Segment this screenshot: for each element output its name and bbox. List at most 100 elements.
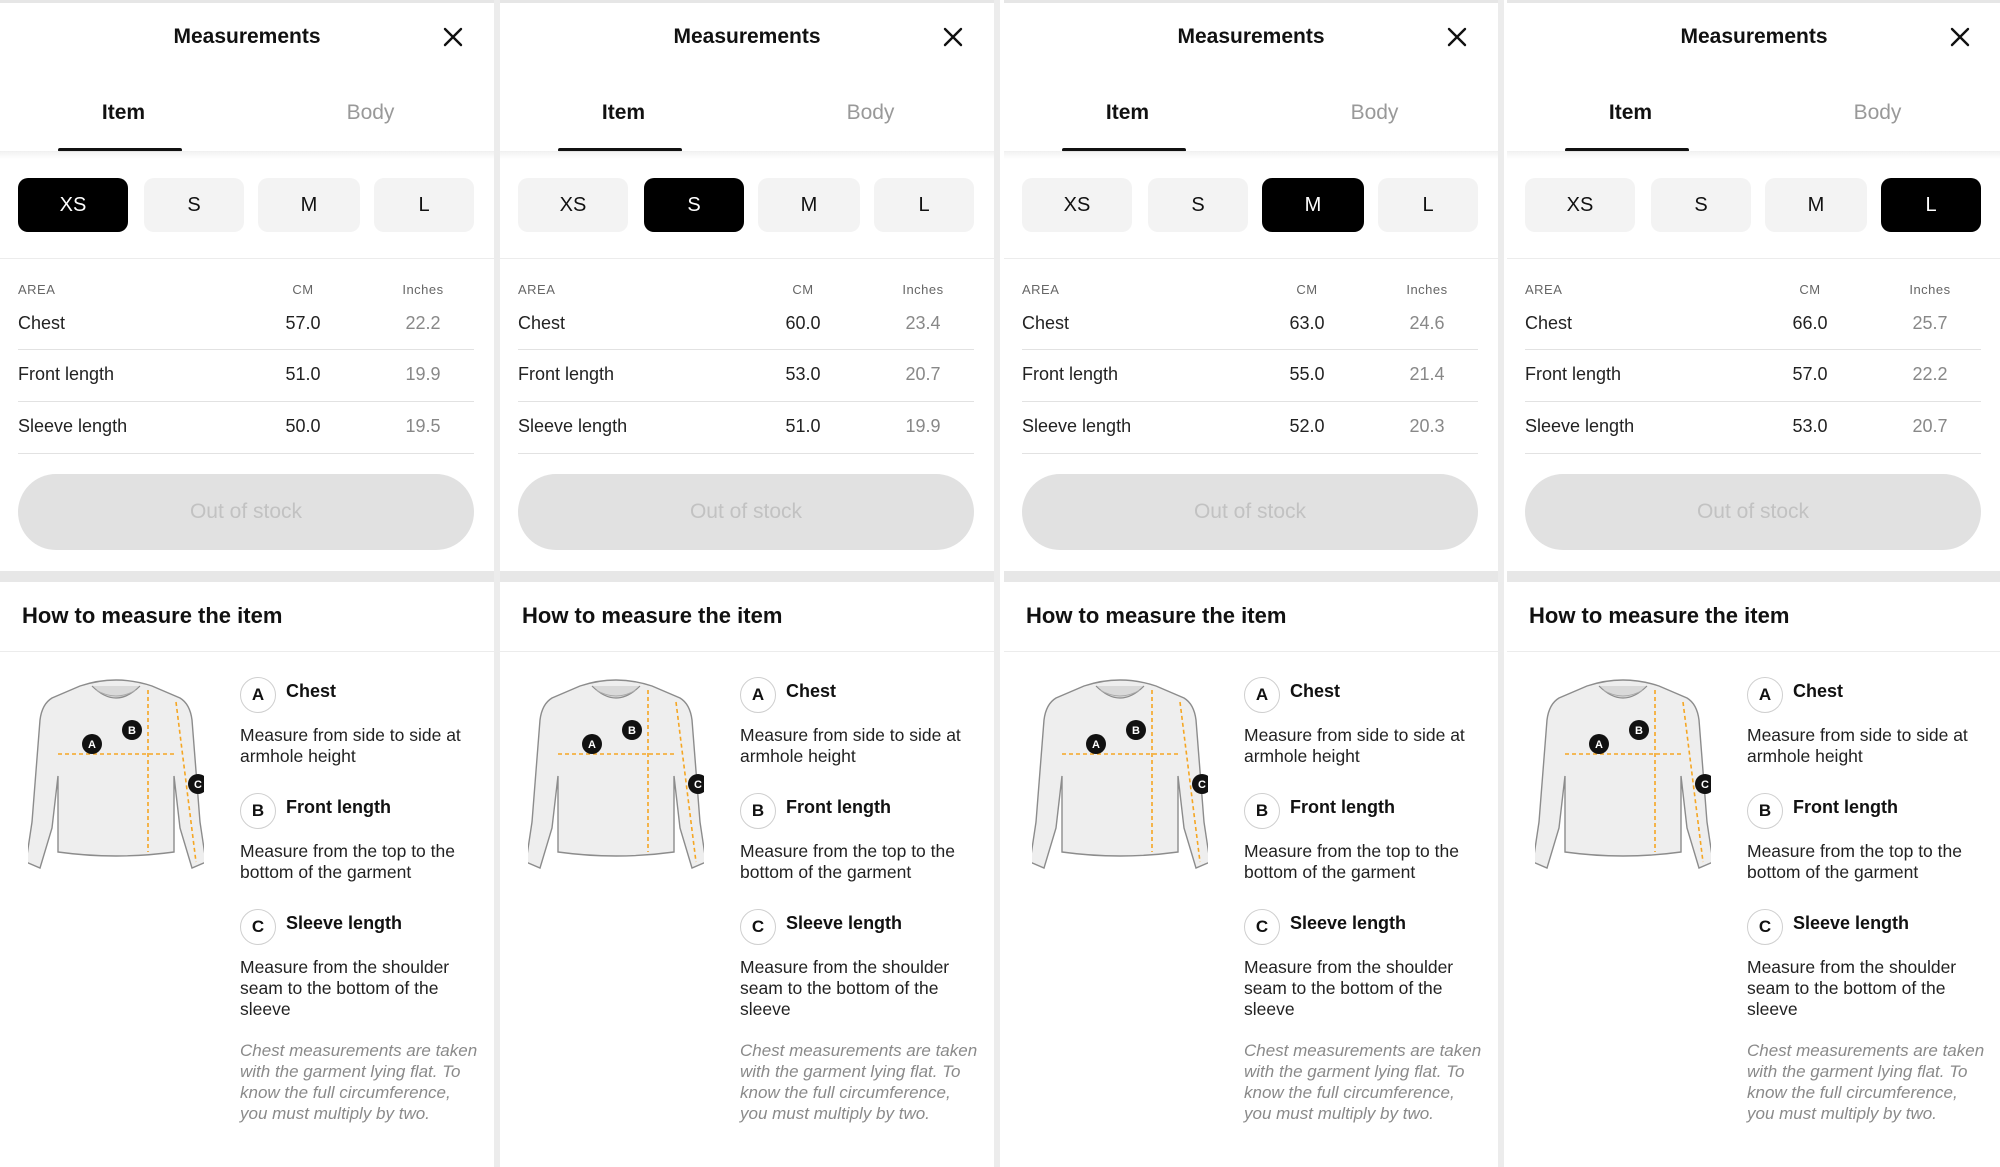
measure-name: Front length (1793, 797, 1898, 817)
modal-title: Measurements (1177, 25, 1325, 48)
size-button-s[interactable]: S (144, 178, 244, 232)
cm-cell: 57.0 (1792, 364, 1828, 384)
modal-title: Measurements (673, 25, 821, 48)
size-button-s[interactable]: S (1651, 178, 1751, 232)
measurements-panel: Measurements Item Body XS S M L AREA CM … (500, 0, 994, 1167)
inches-cell: 21.4 (1409, 364, 1445, 384)
size-button-m[interactable]: M (758, 178, 860, 232)
cm-cell: 57.0 (285, 313, 321, 333)
divider (500, 651, 994, 652)
header-cm: CM (1296, 282, 1318, 297)
cm-cell: 63.0 (1289, 313, 1325, 333)
panel-separator (1498, 0, 1504, 1167)
divider (0, 258, 494, 259)
badge-c: C (240, 909, 276, 945)
size-button-l[interactable]: L (874, 178, 974, 232)
badge-b: B (740, 793, 776, 829)
measure-name: Chest (786, 681, 837, 701)
size-button-m[interactable]: M (1765, 178, 1867, 232)
inches-cell: 19.5 (405, 416, 441, 436)
tab-item[interactable]: Item (500, 75, 747, 151)
table-row: Front length 53.0 20.7 (518, 350, 974, 402)
panel-separator (994, 0, 1000, 1167)
svg-text:B: B (628, 725, 636, 737)
divider (1004, 258, 1498, 259)
svg-text:C: C (194, 779, 202, 791)
measure-desc: Measure from side to side at armhole hei… (1747, 725, 1968, 766)
badge-b: B (1747, 793, 1783, 829)
sweater-measure-illustration: A B C (1532, 672, 1715, 882)
how-to-measure-title: How to measure the item (22, 603, 283, 628)
how-to-measure-title: How to measure the item (1529, 603, 1790, 628)
area-cell: Chest (518, 313, 566, 333)
inches-cell: 23.4 (905, 313, 941, 333)
header-cm: CM (292, 282, 314, 297)
table-row: Sleeve length 53.0 20.7 (1525, 402, 1981, 454)
measurements-panel: Measurements Item Body XS S M L AREA CM … (1507, 0, 2000, 1167)
divider (500, 258, 994, 259)
tabs-shadow (500, 151, 994, 159)
tab-body[interactable]: Body (1251, 75, 1498, 151)
header-area: AREA (1022, 282, 1060, 297)
sweater-measure-illustration: A B C (25, 672, 208, 882)
cm-cell: 53.0 (785, 364, 821, 384)
measure-desc: Measure from the top to the bottom of th… (740, 841, 955, 882)
tabs: Item Body (1004, 75, 1498, 152)
size-button-l[interactable]: L (1881, 178, 1981, 232)
tab-body[interactable]: Body (747, 75, 994, 151)
table-row: Front length 51.0 19.9 (18, 350, 474, 402)
out-of-stock-button[interactable]: Out of stock (1525, 474, 1981, 550)
table-row: Chest 63.0 24.6 (1022, 301, 1478, 350)
size-button-s[interactable]: S (1148, 178, 1248, 232)
close-icon[interactable] (440, 24, 466, 50)
modal-header: Measurements (500, 0, 994, 75)
measure-name: Chest (1290, 681, 1341, 701)
close-icon[interactable] (1947, 24, 1973, 50)
out-of-stock-button[interactable]: Out of stock (518, 474, 974, 550)
svg-text:B: B (128, 725, 136, 737)
tab-body[interactable]: Body (247, 75, 494, 151)
badge-c: C (1747, 909, 1783, 945)
measure-desc: Measure from side to side at armhole hei… (240, 725, 461, 766)
tabs-shadow (0, 151, 494, 159)
size-button-xs[interactable]: XS (518, 178, 628, 232)
area-cell: Sleeve length (518, 416, 628, 436)
size-button-s[interactable]: S (644, 178, 744, 232)
size-button-l[interactable]: L (374, 178, 474, 232)
divider (1507, 651, 2000, 652)
svg-text:B: B (1635, 725, 1643, 737)
cm-cell: 53.0 (1792, 416, 1828, 436)
section-band (0, 571, 494, 582)
size-button-xs[interactable]: XS (18, 178, 128, 232)
out-of-stock-button[interactable]: Out of stock (18, 474, 474, 550)
measure-name: Sleeve length (1793, 913, 1910, 933)
inches-cell: 22.2 (405, 313, 441, 333)
close-icon[interactable] (940, 24, 966, 50)
tabs-shadow (1004, 151, 1498, 159)
tab-body[interactable]: Body (1754, 75, 2000, 151)
tab-item[interactable]: Item (1004, 75, 1251, 151)
inches-cell: 20.3 (1409, 416, 1445, 436)
tab-item[interactable]: Item (1507, 75, 1754, 151)
cm-cell: 51.0 (285, 364, 321, 384)
measurements-panel: Measurements Item Body XS S M L AREA CM … (0, 0, 494, 1167)
area-cell: Chest (18, 313, 66, 333)
table-row: Sleeve length 50.0 19.5 (18, 402, 474, 454)
cm-cell: 52.0 (1289, 416, 1325, 436)
measure-desc: Measure from side to side at armhole hei… (740, 725, 961, 766)
badge-c: C (1244, 909, 1280, 945)
size-button-m[interactable]: M (1262, 178, 1364, 232)
measurement-note: Chest measurements are taken with the ga… (1244, 1041, 1482, 1123)
header-area: AREA (1525, 282, 1563, 297)
close-icon[interactable] (1444, 24, 1470, 50)
size-button-xs[interactable]: XS (1525, 178, 1635, 232)
tabs-shadow (1507, 151, 2000, 159)
size-button-xs[interactable]: XS (1022, 178, 1132, 232)
divider (0, 651, 494, 652)
tab-item[interactable]: Item (0, 75, 247, 151)
svg-text:C: C (1198, 779, 1206, 791)
svg-text:A: A (88, 739, 96, 751)
size-button-m[interactable]: M (258, 178, 360, 232)
out-of-stock-button[interactable]: Out of stock (1022, 474, 1478, 550)
size-button-l[interactable]: L (1378, 178, 1478, 232)
